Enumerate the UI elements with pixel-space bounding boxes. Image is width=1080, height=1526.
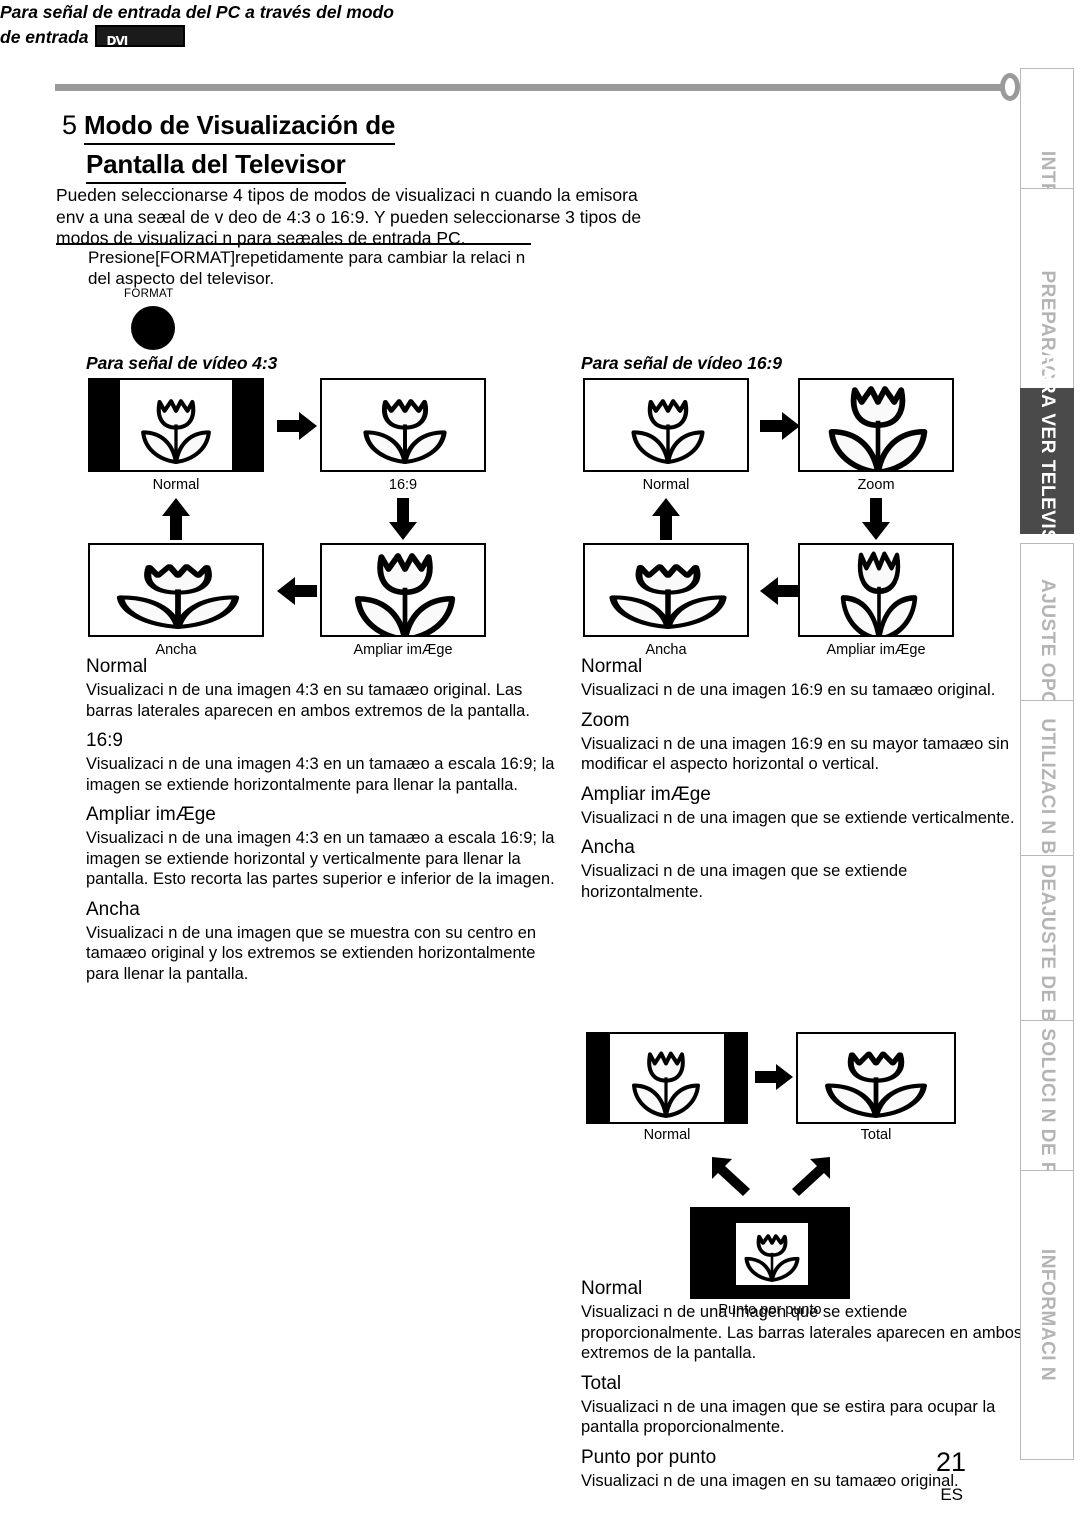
tulip-icon (740, 1225, 804, 1283)
sidebar-item-para-ver-television[interactable]: PARA VER TELEVISI N (1020, 354, 1074, 568)
format-instruction: Presione[FORMAT]repetidamente para cambi… (88, 248, 526, 288)
pillarbox-right (232, 380, 262, 470)
mode-desc: Visualizaci n de una imagen 16:9 en su m… (581, 734, 1010, 774)
tulip-icon (106, 551, 250, 631)
screen-43-ancha (88, 543, 264, 637)
mode-term: 16:9 (86, 730, 123, 751)
arrow-up-left-icon (710, 1155, 752, 1197)
mode-desc: Visualizaci n de una imagen 4:3 en un ta… (86, 829, 555, 888)
screen-169-normal (583, 378, 749, 472)
screen-169-ancha (583, 543, 749, 637)
arrow-down-icon (387, 498, 419, 540)
format-button-icon[interactable] (131, 306, 175, 350)
sidebar-item-label: INFORMACI N (1037, 1248, 1058, 1382)
screen-43-169 (320, 378, 486, 472)
arrow-up-icon (650, 498, 682, 540)
side-tab-strip: INTRODUCCI N PREPARACI N PARA VER TELEVI… (1018, 0, 1080, 1526)
tulip-icon (135, 386, 217, 466)
arrow-down-icon (860, 498, 892, 540)
arrow-right-icon (277, 410, 317, 442)
tulip-icon (816, 1038, 936, 1120)
mode-desc: Visualizaci n de una imagen 4:3 en un ta… (86, 755, 555, 794)
page-number: 21 (935, 1447, 966, 1477)
screen-pc-total (796, 1032, 956, 1124)
arrow-left-icon (760, 575, 800, 607)
caption-pc-total: Total (860, 1127, 892, 1143)
tulip-icon (820, 380, 936, 470)
page-title: 5 Modo de Visualización de Pantalla del … (62, 108, 582, 184)
arrow-left-icon (277, 575, 317, 607)
heading-pc-input: Para señal de entrada del PC a través de… (0, 0, 440, 50)
caption-169-normal: Normal (642, 477, 690, 493)
mode-term: Ampliar imÆge (581, 783, 711, 805)
input-mode-badge: DVI (94, 25, 185, 48)
page-content: 5 Modo de Visualización de Pantalla del … (0, 0, 1022, 1526)
heading-pc-line1: Para señal de entrada del PC a través de… (0, 2, 394, 22)
format-button-label: FORMAT (124, 288, 174, 300)
pillarbox-left (588, 1034, 610, 1122)
heading-pc-line2: de entrada (0, 27, 89, 47)
instruction-divider (56, 243, 531, 245)
heading-video-169: Para señal de vídeo 16:9 (581, 353, 782, 373)
mode-term: Ampliar imÆge (86, 804, 216, 825)
tulip-icon (346, 545, 464, 635)
tulip-icon (599, 551, 737, 631)
input-mode-badge-glyph: DVI (106, 34, 129, 48)
mode-term: Total (581, 1372, 622, 1394)
mode-desc: Visualizaci n de una imagen 16:9 en su t… (581, 681, 996, 699)
mode-desc: Visualizaci n de una imagen que se extie… (581, 808, 1015, 827)
arrow-right-icon (755, 1062, 793, 1092)
screen-pc-normal (586, 1032, 748, 1124)
heading-video-43: Para señal de vídeo 4:3 (86, 353, 278, 373)
mode-desc: Visualizaci n de una imagen 4:3 en su ta… (86, 681, 530, 720)
modes-list-43: Normal Visualizaci n de una imagen 4:3 e… (86, 654, 558, 991)
sidebar-item-label: PARA VER TELEVISI N (1037, 353, 1058, 569)
sidebar-item-informacion[interactable]: INFORMACI N (1020, 1170, 1074, 1460)
arrow-right-icon (760, 410, 800, 442)
mode-term: Normal (581, 656, 643, 677)
pillarbox-right (724, 1034, 746, 1122)
mode-term: Normal (86, 656, 148, 677)
caption-169-zoom: Zoom (857, 477, 895, 493)
screen-169-zoom (798, 378, 954, 472)
caption-43-normal: Normal (152, 477, 200, 493)
caption-43-169: 16:9 (388, 477, 418, 493)
modes-list-169: Normal Visualizaci n de una imagen 16:9 … (581, 654, 1033, 909)
mode-desc: Visualizaci n de una imagen que se estir… (581, 1397, 996, 1437)
intro-paragraph: Pueden seleccionarse 4 tipos de modos de… (56, 185, 642, 248)
caption-pc-normal: Normal (643, 1127, 691, 1143)
mode-term: Ancha (86, 898, 140, 920)
page-title-line2: Pantalla del Televisor (86, 147, 346, 184)
section-number: 5 (62, 110, 78, 140)
tulip-icon (626, 1038, 706, 1120)
pillarbox-left (90, 380, 120, 470)
arrow-down-left-icon (790, 1155, 832, 1197)
tulip-icon (356, 386, 454, 466)
page-language-code: ES (940, 1485, 963, 1504)
mode-desc: Visualizaci n de una imagen que se extie… (581, 1303, 1023, 1362)
mode-term: Normal (581, 1278, 643, 1299)
screen-43-ampliar (320, 543, 486, 637)
screen-43-normal (88, 378, 264, 472)
tulip-icon (625, 386, 711, 466)
tulip-icon (834, 545, 924, 635)
mode-desc: Visualizaci n de una imagen que se extie… (581, 862, 908, 901)
page-title-line1: Modo de Visualización de (84, 108, 395, 145)
screen-169-ampliar (798, 543, 954, 637)
arrow-up-icon (160, 498, 192, 540)
mode-term: Ancha (581, 837, 635, 858)
mode-term: Zoom (581, 709, 630, 731)
mode-desc: Visualizaci n de una imagen que se muest… (86, 923, 537, 983)
